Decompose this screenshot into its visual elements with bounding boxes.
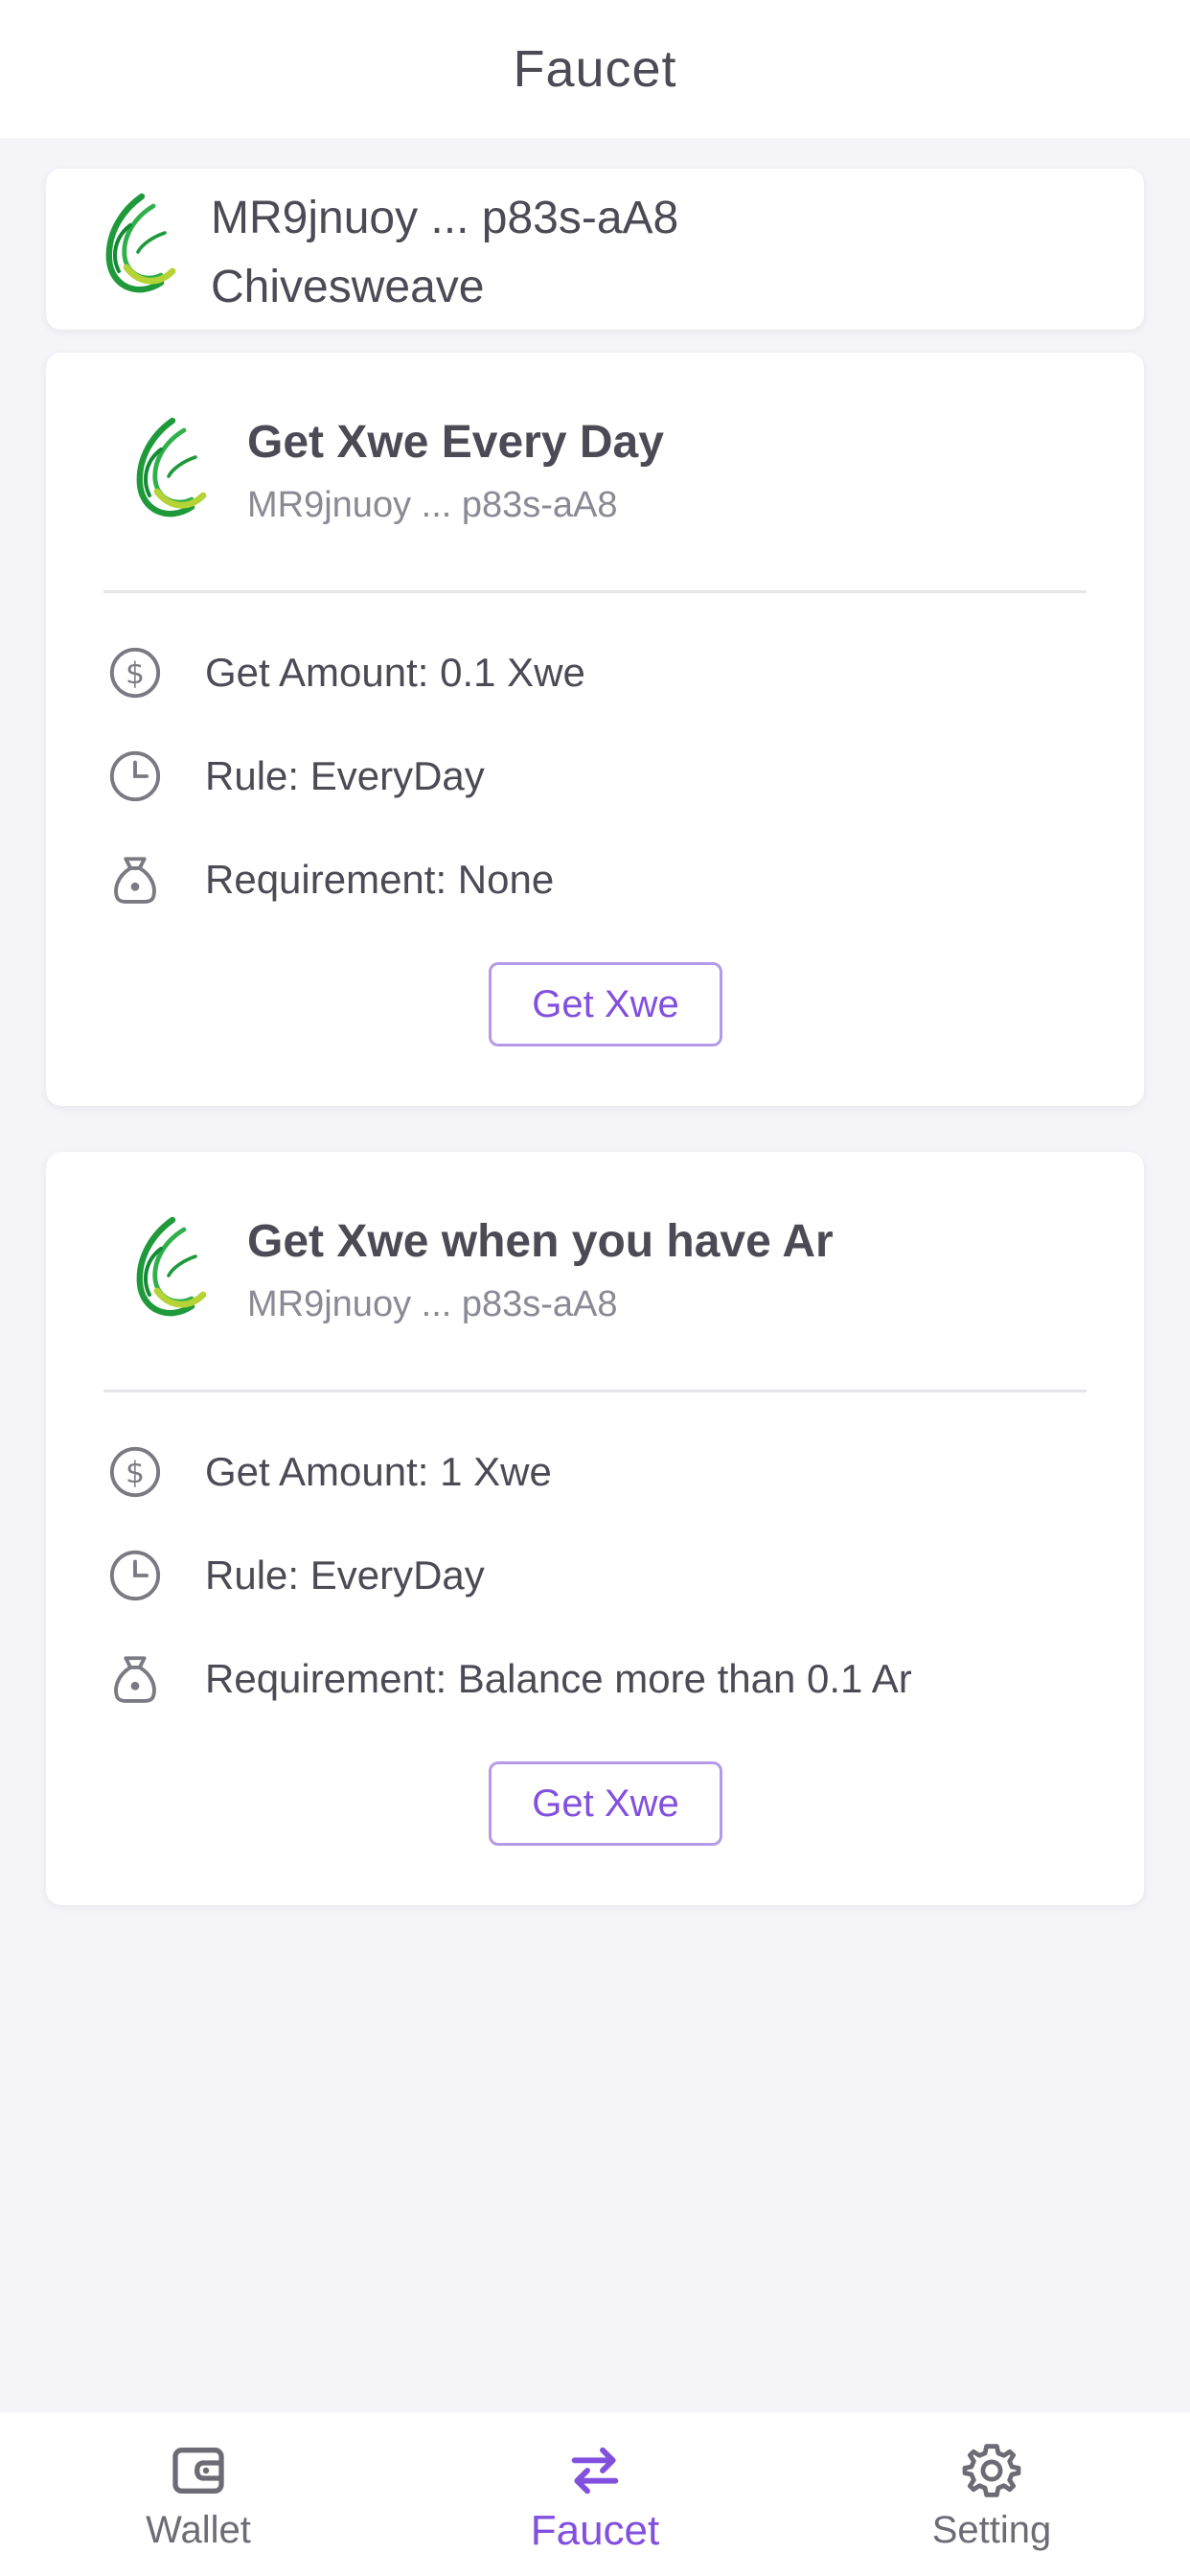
dollar-circle-icon: $ <box>107 645 163 701</box>
requirement-text: Requirement: None <box>205 857 555 902</box>
faucet-card: Get Xwe Every Day MR9jnuoy ... p83s-aA8 … <box>46 353 1144 1106</box>
faucet-address: MR9jnuoy ... p83s-aA8 <box>247 485 618 525</box>
money-bag-icon <box>107 1651 163 1707</box>
requirement-row: Requirement: None <box>107 849 554 910</box>
wallet-icon <box>172 2448 224 2494</box>
get-xwe-button[interactable]: Get Xwe <box>489 1761 722 1846</box>
swap-arrows-icon <box>571 2447 619 2495</box>
chivesweave-logo-icon <box>136 1216 207 1317</box>
faucet-address: MR9jnuoy ... p83s-aA8 <box>247 1284 618 1324</box>
get-xwe-button[interactable]: Get Xwe <box>489 962 722 1046</box>
nav-item-wallet[interactable]: Wallet <box>55 2413 342 2576</box>
requirement-row: Requirement: Balance more than 0.1 Ar <box>107 1648 912 1710</box>
divider <box>103 590 1087 593</box>
faucet-screen: Faucet MR9jnuoy ... p83s-aA8 Chivesweave… <box>0 0 1190 2576</box>
faucet-card: Get Xwe when you have Ar MR9jnuoy ... p8… <box>46 1152 1144 1905</box>
top-bar: Faucet <box>0 0 1190 138</box>
page-title: Faucet <box>513 40 677 98</box>
divider <box>103 1390 1087 1392</box>
nav-item-faucet[interactable]: Faucet <box>451 2413 739 2576</box>
account-chain-name: Chivesweave <box>211 262 485 312</box>
nav-label-wallet: Wallet <box>146 2509 251 2551</box>
amount-text: Get Amount: 1 Xwe <box>205 1449 552 1494</box>
account-address: MR9jnuoy ... p83s-aA8 <box>211 193 679 243</box>
nav-label-setting: Setting <box>931 2509 1052 2551</box>
gear-icon <box>962 2444 1021 2497</box>
rule-row: Rule: EveryDay <box>107 1545 485 1606</box>
account-card[interactable]: MR9jnuoy ... p83s-aA8 Chivesweave <box>46 169 1144 330</box>
nav-item-setting[interactable]: Setting <box>848 2413 1135 2576</box>
amount-row: $ Get Amount: 1 Xwe <box>107 1441 552 1503</box>
chivesweave-logo-icon <box>136 417 207 518</box>
dollar-circle-icon: $ <box>107 1444 163 1500</box>
svg-text:$: $ <box>126 1456 145 1490</box>
nav-label-faucet: Faucet <box>530 2507 660 2554</box>
clock-icon <box>107 1548 163 1603</box>
faucet-title: Get Xwe Every Day <box>247 417 664 468</box>
money-bag-icon <box>107 852 163 908</box>
amount-text: Get Amount: 0.1 Xwe <box>205 650 585 695</box>
requirement-text: Requirement: Balance more than 0.1 Ar <box>205 1656 912 1701</box>
bottom-nav: Wallet Faucet Setting <box>0 2413 1190 2576</box>
rule-text: Rule: EveryDay <box>205 1552 485 1598</box>
chivesweave-logo-icon <box>105 193 176 293</box>
svg-text:$: $ <box>126 656 145 691</box>
clock-icon <box>107 748 163 804</box>
rule-text: Rule: EveryDay <box>205 753 485 798</box>
amount-row: $ Get Amount: 0.1 Xwe <box>107 642 585 703</box>
faucet-title: Get Xwe when you have Ar <box>247 1216 834 1267</box>
rule-row: Rule: EveryDay <box>107 746 485 807</box>
